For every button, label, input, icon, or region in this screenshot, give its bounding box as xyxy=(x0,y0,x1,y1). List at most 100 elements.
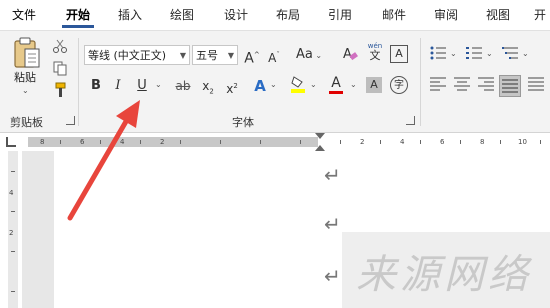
ribbon-tab-bar: 文件 开始 插入 绘图 设计 布局 引用 邮件 审阅 视图 开 xyxy=(0,0,550,30)
ruler-tick xyxy=(11,171,15,172)
subscript-digit: 2 xyxy=(209,87,214,96)
chevron-down-icon: ▼ xyxy=(227,51,234,60)
ruler-number: 2 xyxy=(160,138,165,146)
caret-down-icon: ˇ xyxy=(276,51,280,59)
chevron-down-icon[interactable]: ⌄ xyxy=(450,49,457,58)
paragraph-mark-icon: ↵ xyxy=(324,212,341,236)
character-border-button[interactable]: A xyxy=(390,45,408,63)
caret-up-icon: ^ xyxy=(253,51,260,59)
tab-design[interactable]: 设计 xyxy=(214,0,258,30)
ruler-tick xyxy=(300,140,301,144)
vertical-ruler[interactable]: 4 2 xyxy=(4,151,22,308)
text-effects-button[interactable]: A xyxy=(250,76,270,96)
bold-button[interactable]: B xyxy=(86,76,106,96)
chevron-down-icon[interactable]: ⌄ xyxy=(155,80,162,89)
ruler-tick xyxy=(11,211,15,212)
ruler-tick xyxy=(540,140,541,144)
shrink-font-button[interactable]: Aˇ xyxy=(264,45,284,65)
ruler-tick xyxy=(260,140,261,144)
chevron-down-icon[interactable]: ⌄ xyxy=(350,80,357,89)
clear-formatting-icon[interactable]: A xyxy=(340,45,360,65)
numbering-icon[interactable] xyxy=(464,45,484,65)
ruler-tick xyxy=(340,140,341,144)
first-line-indent-marker[interactable] xyxy=(315,133,325,139)
font-color-swatch xyxy=(329,91,343,94)
ruler-number: 8 xyxy=(40,138,45,146)
ruler-tick xyxy=(11,251,15,252)
ruler-tick xyxy=(380,140,381,144)
change-case-button[interactable]: Aa ⌄ xyxy=(294,45,324,65)
font-size-combo[interactable]: 五号 ▼ xyxy=(192,45,238,65)
change-case-label: Aa xyxy=(295,47,313,62)
chevron-down-icon[interactable]: ⌄ xyxy=(522,49,529,58)
group-divider xyxy=(420,38,421,126)
paragraph-mark-icon: ↵ xyxy=(324,264,341,288)
annotation-arrow-icon xyxy=(67,100,140,221)
ruler-number: 4 xyxy=(9,189,14,197)
tab-layout[interactable]: 布局 xyxy=(266,0,310,30)
underline-button[interactable]: U xyxy=(132,76,152,96)
copy-icon[interactable] xyxy=(50,60,70,80)
superscript-digit: 2 xyxy=(233,82,238,90)
grow-font-button[interactable]: A^ xyxy=(242,45,262,67)
paragraph-mark-icon: ↵ xyxy=(324,163,341,187)
superscript-button[interactable]: x2 xyxy=(222,76,242,96)
chevron-down-icon: ▼ xyxy=(179,51,186,60)
highlight-icon[interactable] xyxy=(288,74,308,94)
align-center-icon[interactable] xyxy=(452,76,472,96)
paste-label: 粘贴 xyxy=(14,71,36,84)
tab-review[interactable]: 审阅 xyxy=(424,0,468,30)
paste-icon xyxy=(14,37,40,68)
paste-button[interactable]: 粘贴 xyxy=(8,36,48,84)
ruler-tick xyxy=(420,140,421,144)
tab-mailings[interactable]: 邮件 xyxy=(372,0,416,30)
align-left-icon[interactable] xyxy=(428,76,448,96)
italic-button[interactable]: I xyxy=(108,76,128,96)
grow-font-label: A xyxy=(244,50,254,67)
bullets-icon[interactable] xyxy=(428,45,448,65)
font-size-value: 五号 xyxy=(196,49,218,62)
enclose-characters-button[interactable]: 字 xyxy=(390,76,408,94)
ruler-number: 2 xyxy=(9,229,14,237)
justify-icon[interactable] xyxy=(499,75,521,97)
font-launcher-icon[interactable] xyxy=(406,116,415,125)
character-shading-button[interactable]: A xyxy=(366,77,382,93)
ruler-number: 10 xyxy=(518,138,527,146)
ruler-number: 6 xyxy=(440,138,445,146)
tab-insert[interactable]: 插入 xyxy=(108,0,152,30)
tab-references[interactable]: 引用 xyxy=(318,0,362,30)
align-right-icon[interactable] xyxy=(476,76,496,96)
font-color-label: A xyxy=(331,75,341,91)
ruler-number: 2 xyxy=(360,138,365,146)
distributed-icon[interactable] xyxy=(526,76,546,96)
cut-icon[interactable] xyxy=(50,38,70,58)
tab-selector-icon[interactable] xyxy=(6,137,16,147)
tab-file[interactable]: 文件 xyxy=(4,0,44,30)
tab-home[interactable]: 开始 xyxy=(56,0,100,30)
ruler-tick xyxy=(220,140,221,144)
tab-more[interactable]: 开 xyxy=(528,0,550,30)
watermark-text: 来源网络 xyxy=(356,252,532,298)
font-color-button[interactable]: A xyxy=(326,73,346,94)
ruler-tick xyxy=(500,140,501,144)
font-name-combo[interactable]: 等线 (中文正文) ▼ xyxy=(84,45,190,65)
chevron-down-icon: ⌄ xyxy=(312,51,323,60)
ruler-number: 8 xyxy=(480,138,485,146)
font-group-label: 字体 xyxy=(232,116,254,129)
font-name-value: 等线 (中文正文) xyxy=(88,49,167,62)
ruler-tick xyxy=(180,140,181,144)
svg-text:A: A xyxy=(343,47,352,62)
tab-view[interactable]: 视图 xyxy=(476,0,520,30)
chevron-down-icon[interactable]: ⌄ xyxy=(486,49,493,58)
phonetic-guide-button[interactable]: wén 文 xyxy=(364,41,386,67)
paste-dropdown-icon[interactable]: ⌄ xyxy=(22,86,29,95)
ruler-tick xyxy=(11,291,15,292)
subscript-button[interactable]: x2 xyxy=(198,76,218,96)
tab-draw[interactable]: 绘图 xyxy=(160,0,204,30)
clipboard-group-label: 剪贴板 xyxy=(10,116,43,129)
chevron-down-icon[interactable]: ⌄ xyxy=(310,80,317,89)
ruler-tick xyxy=(460,140,461,144)
chevron-down-icon[interactable]: ⌄ xyxy=(270,80,277,89)
strikethrough-button[interactable]: ab xyxy=(172,76,194,96)
multilevel-list-icon[interactable] xyxy=(500,45,520,65)
